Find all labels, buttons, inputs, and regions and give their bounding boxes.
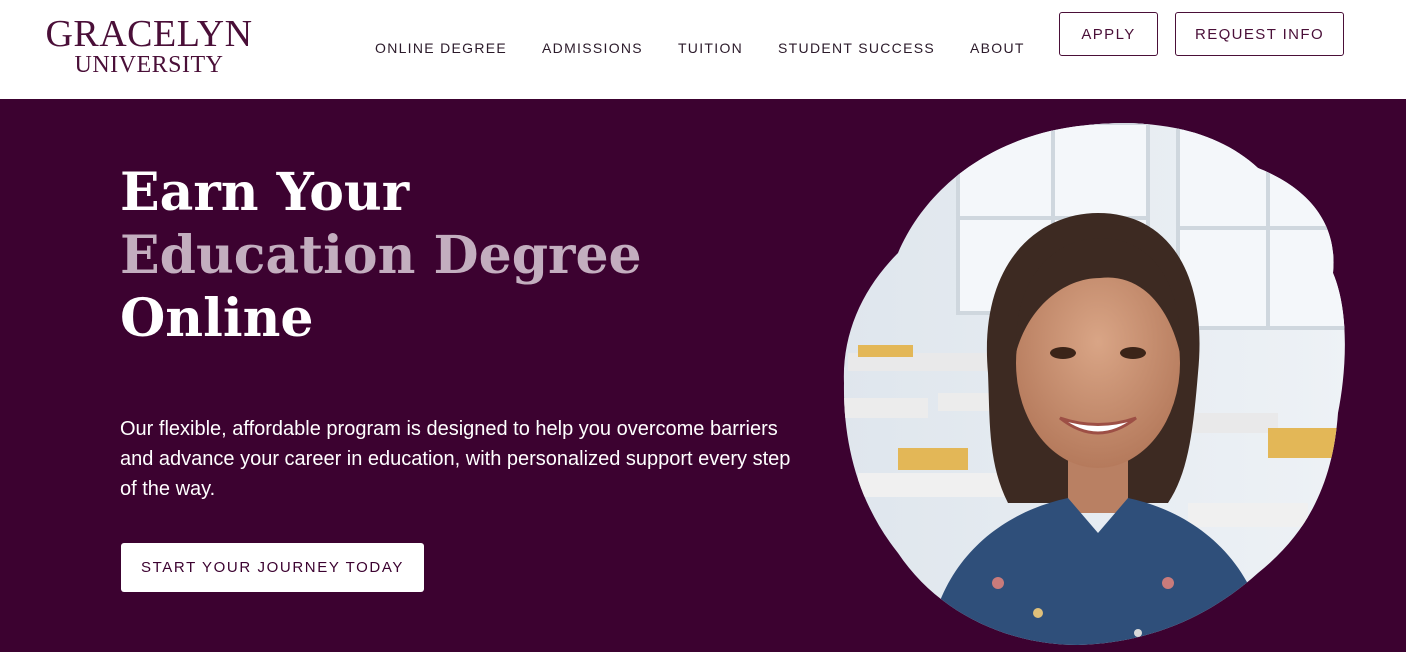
main-navigation: ONLINE DEGREE ADMISSIONS TUITION STUDENT…: [375, 39, 1025, 59]
logo-wordmark: GRACELYN: [45, 13, 253, 55]
university-logo[interactable]: GRACELYN UNIVERSITY: [44, 14, 254, 78]
nav-about[interactable]: ABOUT: [970, 39, 1025, 59]
nav-online-degree[interactable]: ONLINE DEGREE: [375, 39, 507, 59]
nav-admissions[interactable]: ADMISSIONS: [542, 39, 643, 59]
logo-subtitle: UNIVERSITY: [74, 52, 224, 78]
request-info-button[interactable]: REQUEST INFO: [1175, 12, 1344, 56]
hero-photo: [843, 123, 1345, 645]
hero-description: Our flexible, affordable program is desi…: [120, 418, 791, 500]
start-journey-button[interactable]: START YOUR JOURNEY TODAY: [121, 543, 424, 592]
hero-headline: Earn Your Education Degree Online: [120, 161, 680, 350]
hero-section: Earn Your Education Degree Online Our fl…: [0, 99, 1406, 652]
apply-button[interactable]: APPLY: [1059, 12, 1158, 56]
headline-line-2: Education Degree: [120, 225, 642, 286]
headline-line-3: Online: [120, 288, 314, 349]
site-header: GRACELYN UNIVERSITY ONLINE DEGREE ADMISS…: [0, 0, 1406, 99]
nav-tuition[interactable]: TUITION: [678, 39, 743, 59]
nav-student-success[interactable]: STUDENT SUCCESS: [778, 39, 935, 59]
headline-line-1: Earn Your: [120, 162, 410, 223]
